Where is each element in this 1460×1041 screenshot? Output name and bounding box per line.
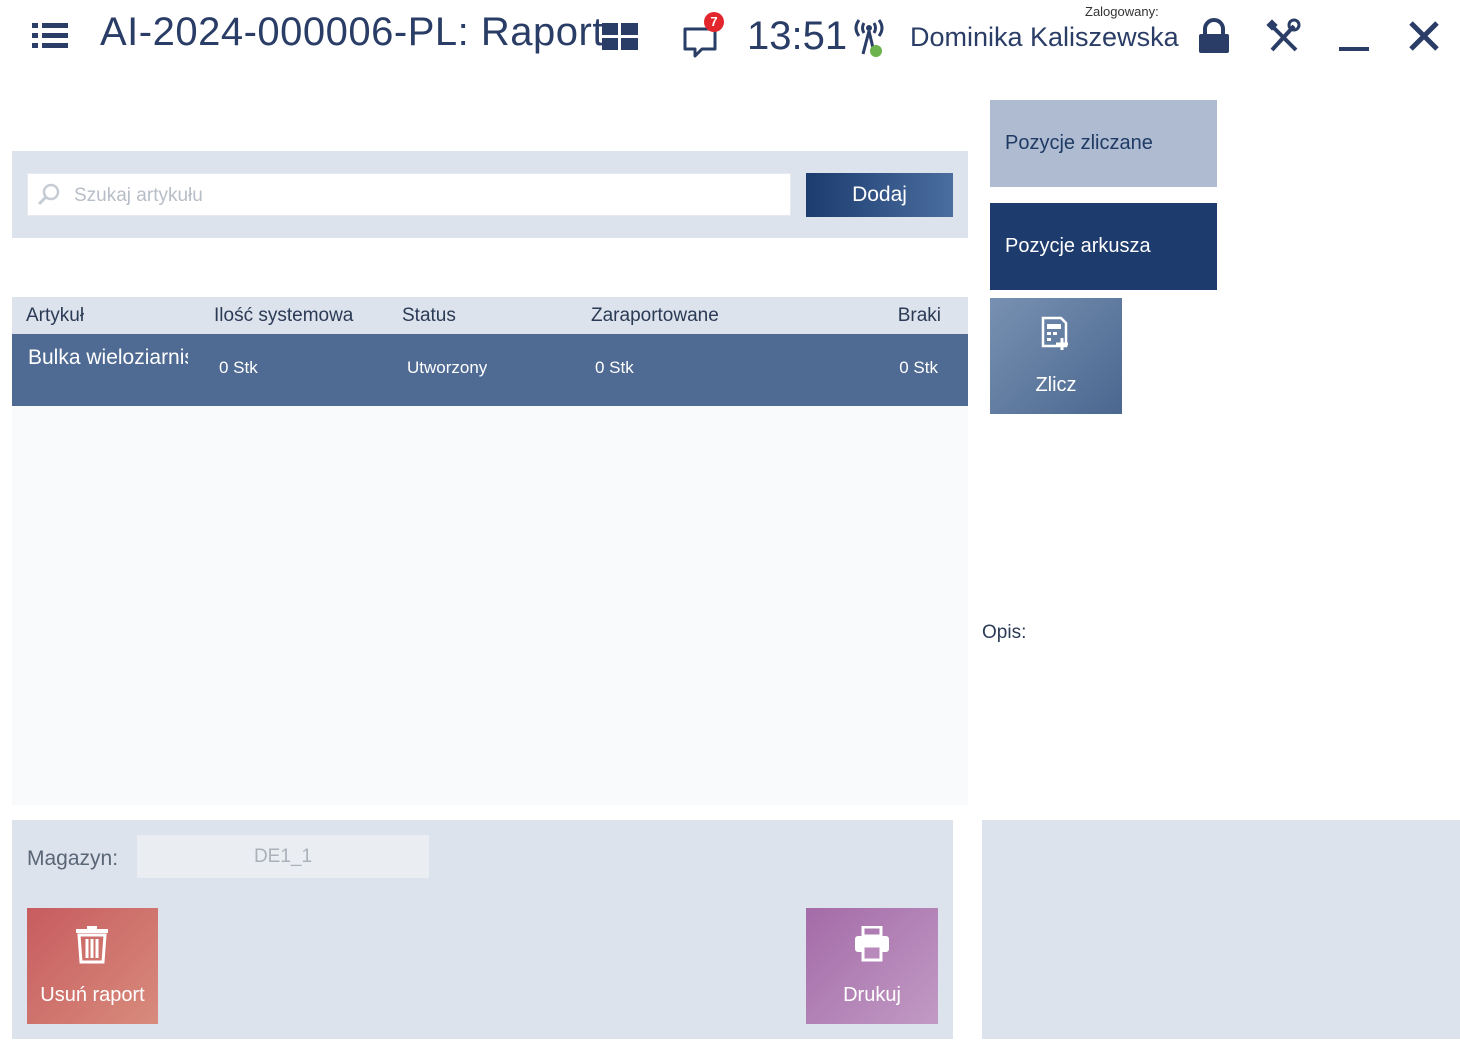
minimize-icon[interactable] bbox=[1336, 18, 1376, 56]
print-button[interactable]: Drukuj bbox=[806, 908, 938, 1024]
cell-system-qty: 0 Stk bbox=[219, 358, 258, 377]
tab-counted-items-label: Pozycje zliczane bbox=[1005, 132, 1153, 154]
column-header-shortage[interactable]: Braki bbox=[898, 305, 941, 327]
column-header-article[interactable]: Artykuł bbox=[26, 305, 84, 327]
clock: 13:51 bbox=[747, 14, 848, 58]
tab-sheet-items-label: Pozycje arkusza bbox=[1005, 235, 1151, 257]
page-title: AI-2024-000006-PL: Raport bbox=[100, 10, 604, 54]
description-panel bbox=[982, 820, 1460, 1039]
signal-icon bbox=[849, 14, 889, 60]
tools-icon[interactable] bbox=[1266, 18, 1306, 56]
search-box[interactable] bbox=[27, 173, 791, 217]
tab-sheet-items[interactable]: Pozycje arkusza bbox=[990, 203, 1217, 290]
table-header: Artykuł Ilość systemowa Status Zaraporto… bbox=[12, 297, 968, 334]
cell-shortage: 0 Stk bbox=[899, 358, 938, 377]
user-name: Dominika Kaliszewska bbox=[910, 22, 1179, 52]
add-button[interactable]: Dodaj bbox=[806, 173, 953, 217]
print-label: Drukuj bbox=[843, 984, 901, 1006]
notification-badge: 7 bbox=[704, 12, 724, 32]
cell-article: Bulka wieloziarnista bbox=[28, 346, 188, 369]
delete-report-button[interactable]: Usuń raport bbox=[27, 908, 158, 1024]
cell-status: Utworzony bbox=[407, 358, 488, 377]
count-button[interactable]: Zlicz bbox=[990, 298, 1122, 414]
warehouse-label: Magazyn: bbox=[27, 847, 119, 870]
printer-icon bbox=[853, 925, 891, 967]
tab-counted-items[interactable]: Pozycje zliczane bbox=[990, 100, 1217, 187]
lock-icon[interactable] bbox=[1196, 18, 1236, 56]
menu-icon[interactable] bbox=[30, 22, 70, 50]
search-icon bbox=[36, 182, 62, 208]
column-header-reported[interactable]: Zaraportowane bbox=[591, 305, 719, 327]
count-icon bbox=[1040, 316, 1072, 357]
column-header-system-qty[interactable]: Ilość systemowa bbox=[214, 305, 353, 327]
tiles-icon[interactable] bbox=[601, 22, 639, 52]
search-input[interactable] bbox=[72, 174, 776, 217]
close-icon[interactable] bbox=[1406, 18, 1446, 56]
logged-in-label: Zalogowany: bbox=[1085, 4, 1159, 19]
trash-icon bbox=[74, 926, 110, 969]
count-button-label: Zlicz bbox=[1035, 374, 1077, 396]
cell-reported: 0 Stk bbox=[595, 358, 634, 377]
delete-report-label: Usuń raport bbox=[40, 984, 145, 1006]
description-label: Opis: bbox=[982, 622, 1027, 643]
table-row[interactable]: Bulka wieloziarnista 0 Stk Utworzony 0 S… bbox=[12, 334, 968, 406]
warehouse-field: DE1_1 bbox=[137, 835, 429, 878]
column-header-status[interactable]: Status bbox=[402, 305, 456, 327]
messages-icon[interactable]: 7 bbox=[682, 12, 724, 58]
